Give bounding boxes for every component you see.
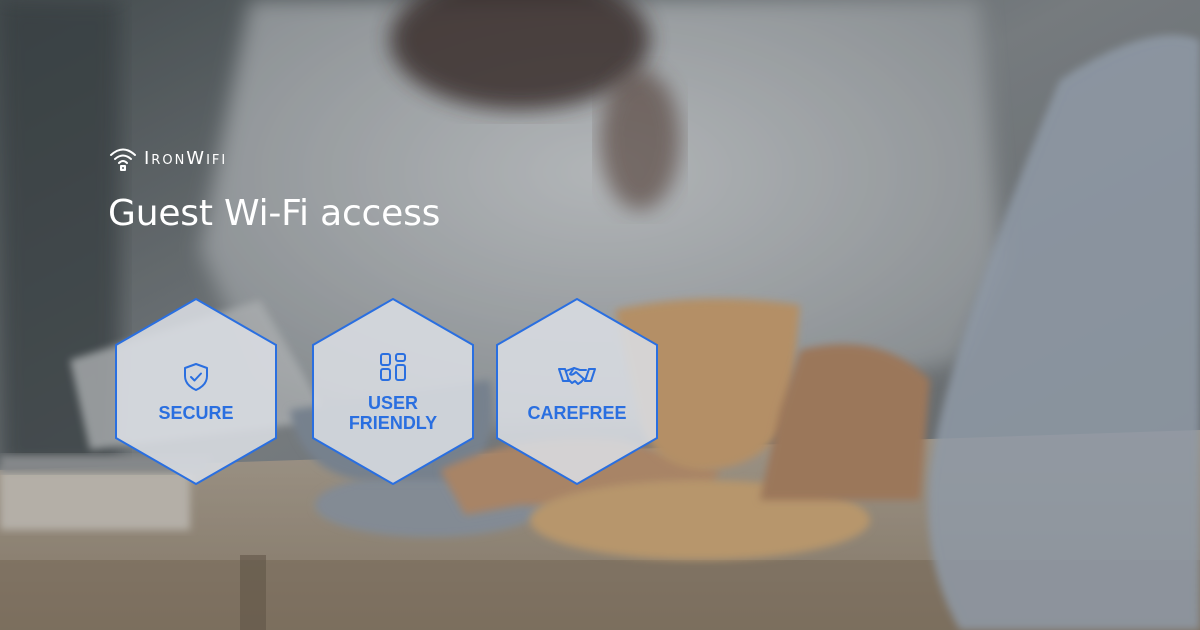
brand-name: IronWifi <box>144 148 228 169</box>
feature-label-secure: SECURE <box>158 402 234 423</box>
wifi-lock-icon <box>110 148 136 171</box>
social-banner: IronWifi Guest Wi-Fi access SECURE USER … <box>0 0 1200 630</box>
brand-logo: IronWifi <box>108 144 227 174</box>
shield-check-icon <box>184 362 208 391</box>
handshake-icon <box>558 366 596 385</box>
feature-label-user-friendly: USER FRIENDLY <box>328 393 458 433</box>
feature-carefree: CAREFREE <box>496 298 658 485</box>
feature-user-friendly: USER FRIENDLY <box>312 298 474 485</box>
grid-apps-icon <box>380 352 406 381</box>
feature-label-line: USER <box>367 392 418 413</box>
feature-label-line: FRIENDLY <box>348 412 438 433</box>
headline: Guest Wi-Fi access <box>108 193 441 234</box>
feature-secure: SECURE <box>115 298 277 485</box>
feature-label-carefree: CAREFREE <box>527 402 627 423</box>
